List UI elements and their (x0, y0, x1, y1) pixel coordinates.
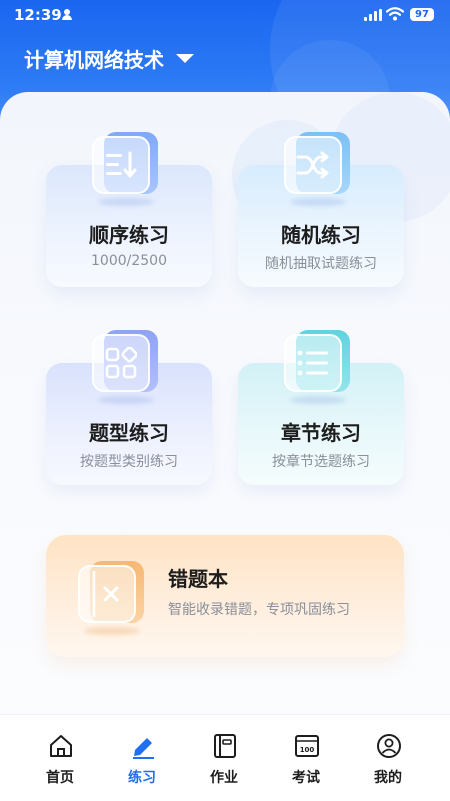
card-subtitle: 1000/2500 (91, 253, 167, 269)
tab-label: 作业 (210, 770, 238, 786)
wifi-icon (386, 7, 404, 21)
subject-selector[interactable]: 计算机网络技术 (24, 44, 194, 73)
notebook-icon (214, 734, 236, 758)
exam-score-icon: 100 (295, 735, 319, 757)
tab-homework[interactable]: 作业 (189, 731, 259, 791)
card-title: 章节练习 (281, 421, 361, 445)
person-icon (62, 9, 72, 20)
card-subtitle: 按章节选题练习 (272, 454, 370, 470)
wrong-book-title: 错题本 (168, 567, 228, 591)
home-icon (50, 735, 72, 757)
tab-exam[interactable]: 100 考试 (271, 731, 341, 791)
tab-home[interactable]: 首页 (25, 731, 95, 791)
wrong-book-card[interactable]: 错题本 智能收录错题，专项巩固练习 (46, 535, 404, 657)
card-subtitle: 按题型类别练习 (80, 454, 178, 470)
card-title: 题型练习 (89, 421, 169, 445)
card-title: 随机练习 (281, 223, 361, 247)
shuffle-icon (284, 132, 350, 206)
tab-practice[interactable]: 练习 (107, 731, 177, 791)
card-title: 顺序练习 (89, 223, 169, 247)
status-bar: 12:39 97 (0, 0, 450, 30)
pencil-icon (133, 738, 154, 759)
chapter-list-icon (284, 330, 350, 404)
tab-label: 练习 (128, 770, 156, 786)
wrong-book-icon (78, 561, 144, 635)
caret-down-icon (176, 54, 194, 63)
battery-indicator: 97 (410, 8, 434, 21)
subject-title: 计算机网络技术 (24, 48, 164, 72)
tab-label: 我的 (374, 770, 402, 786)
status-time: 12:39 (14, 6, 62, 24)
sequence-list-icon (92, 132, 158, 206)
tab-profile[interactable]: 我的 (353, 731, 423, 791)
profile-icon (377, 734, 401, 758)
signal-icon (364, 9, 382, 21)
svg-text:100: 100 (300, 746, 315, 754)
card-subtitle: 随机抽取试题练习 (265, 256, 377, 272)
bottom-tab-bar: 首页 练习 作业 100 考试 我的 (0, 714, 450, 801)
tab-label: 考试 (292, 770, 320, 786)
grid-category-icon (92, 330, 158, 404)
tab-label: 首页 (46, 770, 74, 786)
wrong-book-subtitle: 智能收录错题，专项巩固练习 (168, 602, 350, 618)
